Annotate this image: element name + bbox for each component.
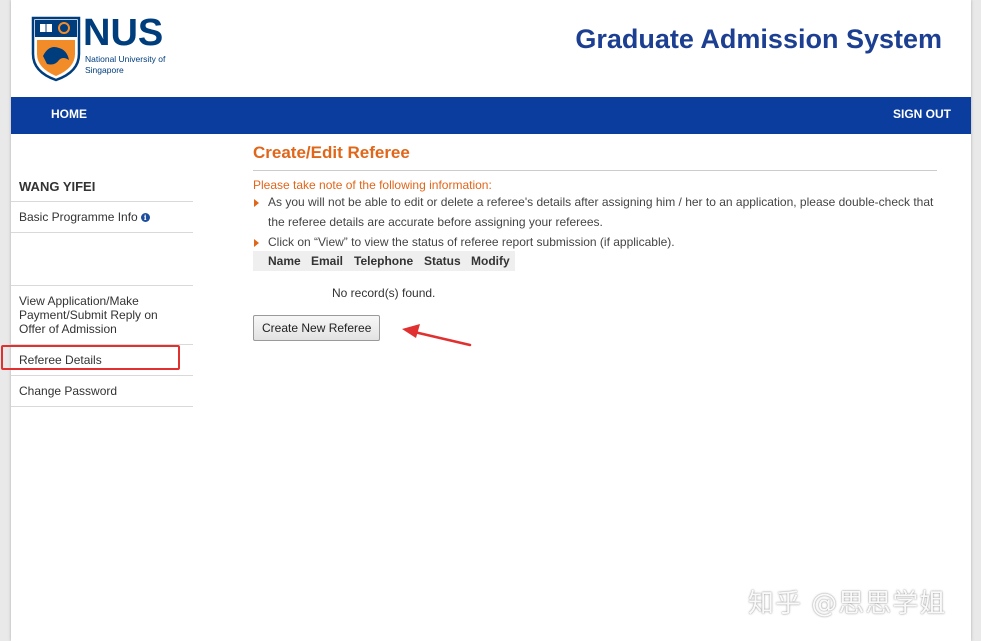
divider — [11, 406, 193, 407]
logo-subtitle: National University of Singapore — [85, 54, 166, 75]
user-name: WANG YIFEI — [19, 179, 96, 194]
bullet-arrow-icon — [254, 199, 259, 207]
divider — [11, 375, 193, 376]
red-arrow-annotation-icon — [402, 324, 472, 347]
note-item: Click on “View” to view the status of re… — [253, 232, 937, 252]
create-new-referee-button[interactable]: Create New Referee — [253, 315, 381, 341]
title-divider — [253, 170, 937, 171]
page-title: Create/Edit Referee — [253, 143, 410, 162]
column-header-name: Name — [268, 254, 301, 268]
column-header-status: Status — [424, 254, 461, 268]
note-text: As you will not be able to edit or delet… — [268, 195, 934, 229]
sidebar-item-change-password[interactable]: Change Password — [19, 384, 184, 398]
empty-table-message: No record(s) found. — [332, 286, 436, 300]
nus-crest-icon — [31, 16, 81, 82]
highlight-box — [1, 345, 180, 370]
sidebar-item-view-application[interactable]: View Application/Make Payment/Submit Rep… — [19, 294, 184, 336]
logo-text: NUS — [83, 12, 164, 54]
nus-logo[interactable]: NUS National University of Singapore — [31, 12, 181, 82]
note-text: Click on “View” to view the status of re… — [268, 235, 675, 249]
top-nav-bar: HOME SIGN OUT — [11, 97, 971, 134]
column-header-telephone: Telephone — [354, 254, 414, 268]
sidebar-item-basic-programme-info[interactable]: Basic Programme Info i — [19, 210, 184, 224]
note-item: As you will not be able to edit or delet… — [253, 192, 937, 232]
page: NUS National University of Singapore Gra… — [1, 0, 971, 641]
referee-table-header: Name Email Telephone Status Modify — [253, 251, 515, 271]
sidebar-item-label: Basic Programme Info — [19, 210, 138, 224]
system-title: Graduate Admission System — [575, 24, 942, 54]
divider — [11, 232, 193, 233]
nav-home-link[interactable]: HOME — [51, 107, 87, 121]
info-icon[interactable]: i — [140, 213, 150, 222]
divider — [11, 285, 193, 286]
divider — [11, 201, 193, 202]
watermark: 知乎 @思思学姐 — [748, 589, 947, 619]
column-header-email: Email — [311, 254, 344, 268]
column-header-modify: Modify — [471, 254, 510, 268]
nav-sign-out-link[interactable]: SIGN OUT — [893, 107, 951, 121]
note-heading: Please take note of the following inform… — [253, 178, 492, 192]
bullet-arrow-icon — [254, 239, 259, 247]
